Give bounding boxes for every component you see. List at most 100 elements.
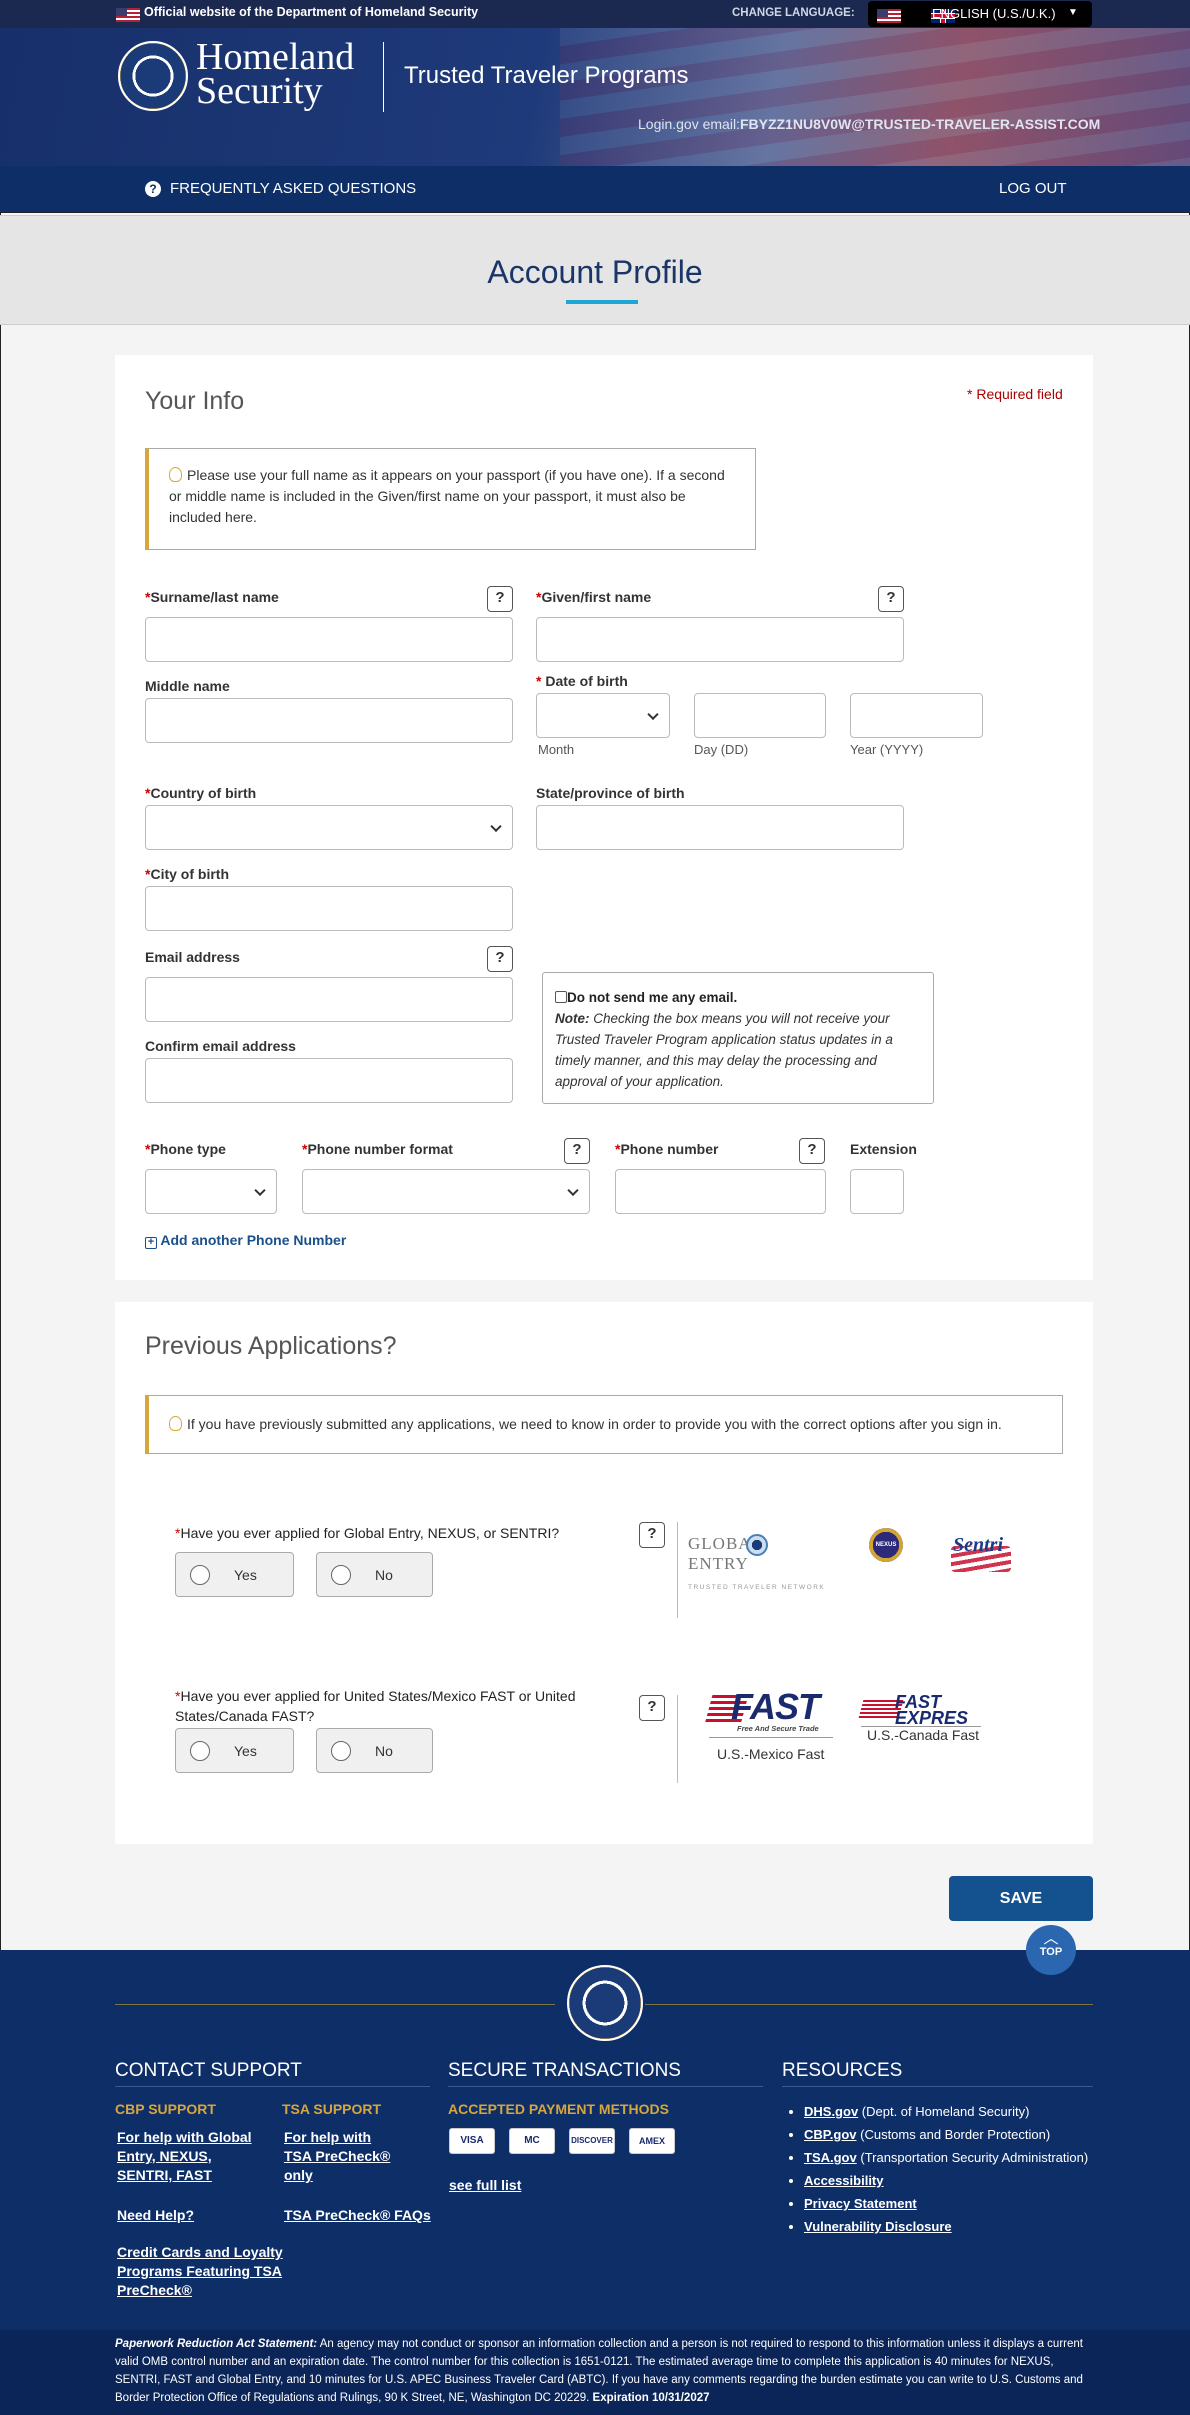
no-email-checkbox[interactable]	[555, 991, 567, 1003]
main-nav: ? FREQUENTLY ASKED QUESTIONS LOG OUT	[0, 166, 1190, 212]
day-caption: Day (DD)	[694, 742, 749, 757]
dob-month-select[interactable]	[536, 693, 670, 738]
save-button[interactable]: SAVE	[949, 1876, 1093, 1921]
change-language-label: CHANGE LANGUAGE:	[732, 7, 855, 19]
email-label: Email address	[145, 949, 240, 965]
resource-tsa: TSA.gov (Transportation Security Adminis…	[804, 2146, 1088, 2169]
your-info-heading: Your Info	[145, 387, 245, 415]
nexus-logo: NEXUS	[869, 1528, 903, 1562]
dhs-link[interactable]: DHS.gov	[804, 2104, 858, 2119]
tsa-precheck-help-link[interactable]: For help with TSA PreCheck® only	[284, 2128, 394, 2185]
no-email-note-bold: Note:	[555, 1011, 590, 1026]
previous-applications-note-text: If you have previously submitted any app…	[187, 1416, 1002, 1432]
accessibility-link[interactable]: Accessibility	[804, 2173, 884, 2188]
q2-help-button[interactable]: ?	[639, 1695, 665, 1721]
required-field-note: * Required field	[967, 386, 1063, 402]
state-of-birth-input[interactable]	[536, 805, 904, 850]
chevron-down-icon	[490, 820, 502, 832]
month-caption: Month	[538, 742, 575, 757]
phone-format-help-button[interactable]: ?	[564, 1138, 590, 1164]
logo-line-1: Homeland	[196, 36, 355, 78]
email-help-button[interactable]: ?	[487, 946, 513, 972]
phone-number-label: *Phone number	[615, 1141, 718, 1157]
city-of-birth-input[interactable]	[145, 886, 513, 931]
privacy-statement-link[interactable]: Privacy Statement	[804, 2196, 917, 2211]
plus-square-icon: +	[145, 1237, 157, 1249]
us-mexico-fast-logo: FAST Free And Secure Trade	[705, 1686, 833, 1748]
us-flag-icon	[116, 7, 140, 22]
city-of-birth-label-text: City of birth	[150, 866, 229, 882]
login-label: Login.gov email:	[638, 116, 740, 132]
lightbulb-icon	[169, 467, 182, 482]
homeland-security-logo-text[interactable]: Homeland Security	[196, 36, 355, 110]
dob-day-input[interactable]	[694, 693, 826, 738]
language-value: ENGLISH (U.S./U.K.)	[932, 6, 1056, 21]
no-email-label: Do not send me any email.	[567, 990, 738, 1005]
tsa-desc: (Transportation Security Administration)	[860, 2150, 1089, 2165]
tsa-precheck-faqs-link[interactable]: TSA PreCheck® FAQs	[284, 2206, 431, 2225]
site-header: Homeland Security Trusted Traveler Progr…	[0, 28, 1190, 166]
email-input[interactable]	[145, 977, 513, 1022]
state-of-birth-label: State/province of birth	[536, 785, 685, 801]
logout-link[interactable]: LOG OUT	[999, 180, 1067, 197]
confirm-email-label: Confirm email address	[145, 1038, 296, 1054]
radio-circle	[190, 1741, 210, 1761]
q2-yes-radio[interactable]: Yes	[175, 1728, 294, 1773]
lightbulb-icon	[169, 1416, 182, 1431]
phone-format-label: *Phone number format	[302, 1141, 453, 1157]
tsa-link[interactable]: TSA.gov	[804, 2150, 857, 2165]
given-name-label: *Given/first name	[536, 589, 651, 605]
year-caption: Year (YYYY)	[850, 742, 924, 757]
resources-heading: RESOURCES	[782, 2060, 903, 2081]
see-full-list-link[interactable]: see full list	[449, 2176, 521, 2195]
back-to-top-button[interactable]: ︿ TOP	[1026, 1925, 1076, 1975]
given-name-input[interactable]	[536, 617, 904, 662]
phone-number-help-button[interactable]: ?	[799, 1138, 825, 1164]
globe-icon	[746, 1534, 768, 1556]
fast-underline	[709, 1737, 833, 1738]
contact-support-heading: CONTACT SUPPORT	[115, 2060, 302, 2081]
dob-year-input[interactable]	[850, 693, 983, 738]
surname-help-button[interactable]: ?	[487, 586, 513, 612]
radio-circle	[190, 1565, 210, 1585]
extension-input[interactable]	[850, 1169, 904, 1214]
tsa-support-heading: TSA SUPPORT	[282, 2101, 382, 2117]
phone-format-select[interactable]	[302, 1169, 590, 1214]
fast-logo-text: FAST	[731, 1686, 820, 1727]
resource-vulnerability: Vulnerability Disclosure	[804, 2215, 1088, 2238]
q2-no-radio[interactable]: No	[316, 1728, 433, 1773]
phone-type-select[interactable]	[145, 1169, 277, 1214]
add-phone-link[interactable]: + Add another Phone Number	[145, 1232, 346, 1249]
cbp-link[interactable]: CBP.gov	[804, 2127, 857, 2142]
cbp-help-link[interactable]: For help with Global Entry, NEXUS, SENTR…	[117, 2128, 257, 2185]
faq-link[interactable]: FREQUENTLY ASKED QUESTIONS	[170, 180, 416, 197]
no-email-checkbox-row[interactable]: Do not send me any email.	[555, 987, 921, 1008]
cbp-support-heading: CBP SUPPORT	[115, 2101, 216, 2117]
radio-circle	[331, 1741, 351, 1761]
surname-input[interactable]	[145, 617, 513, 662]
fast-expres-logo-text: FAST EXPRES	[895, 1692, 969, 1728]
vulnerability-disclosure-link[interactable]: Vulnerability Disclosure	[804, 2219, 952, 2234]
phone-number-input[interactable]	[615, 1169, 826, 1214]
payment-methods-heading: ACCEPTED PAYMENT METHODS	[448, 2101, 669, 2117]
q1-yes-radio[interactable]: Yes	[175, 1552, 294, 1597]
q1-no-radio[interactable]: No	[316, 1552, 433, 1597]
extension-label: Extension	[850, 1141, 917, 1157]
language-select[interactable]: ENGLISH (U.S./U.K.) ▼	[868, 1, 1092, 27]
confirm-email-input[interactable]	[145, 1058, 513, 1103]
q1-text: Have you ever applied for Global Entry, …	[180, 1525, 560, 1541]
q1-help-button[interactable]: ?	[639, 1522, 665, 1548]
yes-label: Yes	[234, 1567, 257, 1583]
given-name-label-text: Given/first name	[541, 589, 652, 605]
need-help-link[interactable]: Need Help?	[117, 2206, 194, 2225]
global-entry-logo: GLOBAL ENTRY TRUSTED TRAVELER NETWORK	[688, 1534, 828, 1591]
middle-name-input[interactable]	[145, 698, 513, 743]
footer-rule-right	[645, 2004, 1093, 2005]
country-of-birth-select[interactable]	[145, 805, 513, 850]
dhs-seal-logo[interactable]	[118, 41, 188, 111]
credit-cards-link[interactable]: Credit Cards and Loyalty Programs Featur…	[117, 2243, 347, 2300]
q2-label: *Have you ever applied for United States…	[175, 1686, 585, 1726]
given-name-help-button[interactable]: ?	[878, 586, 904, 612]
login-email: FBYZZ1NU8V0W@TRUSTED-TRAVELER-ASSIST.COM	[739, 116, 1101, 132]
resource-dhs: DHS.gov (Dept. of Homeland Security)	[804, 2100, 1088, 2123]
